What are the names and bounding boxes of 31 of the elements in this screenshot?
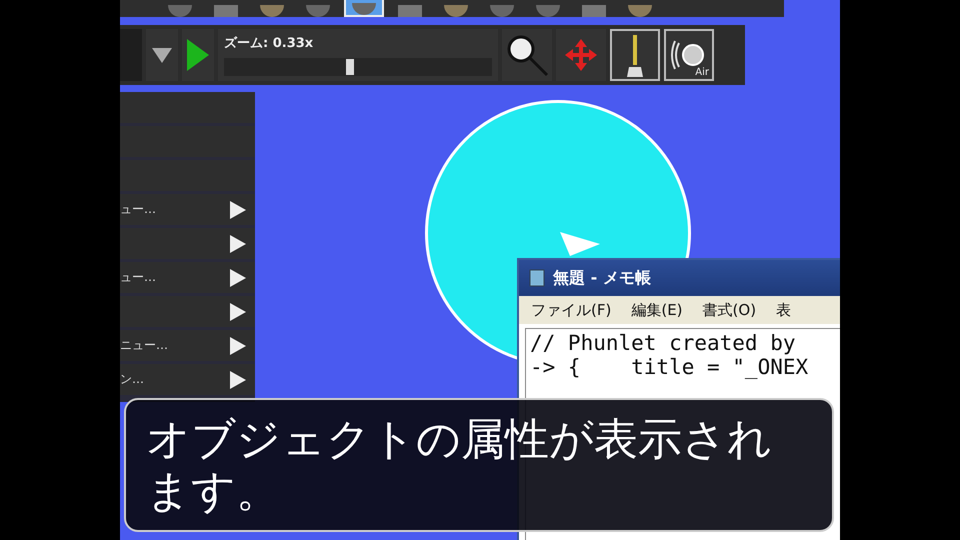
menu-item[interactable]: ュー… [120,194,255,225]
wedge-mark [560,232,600,256]
notepad-icon [529,269,545,287]
menu-item[interactable]: ファイル(F) [531,300,612,320]
triangle-icon [229,370,247,390]
lamp-icon [625,33,645,77]
menu-item[interactable]: ン… [120,364,255,395]
zoom-slider[interactable] [224,58,492,76]
menu-item[interactable]: 書式(O) [702,300,756,320]
triangle-icon [229,336,247,356]
lamp-button[interactable] [610,29,660,81]
menu-item[interactable]: ニュー… [120,330,255,361]
triangle-icon [229,302,247,322]
code-line: -> { title = "_ONEX [530,355,810,379]
play-icon[interactable] [182,29,214,81]
menu-item[interactable]: 編集(E) [631,300,683,320]
search-icon[interactable] [502,29,552,81]
air-button[interactable]: Air [664,29,714,81]
dropdown-icon[interactable] [146,29,178,81]
triangle-icon [229,200,247,220]
menu-item[interactable]: ュー… [120,262,255,293]
menu-item[interactable]: 表 [776,300,792,320]
triangle-icon [229,234,247,254]
code-line: // Phunlet created by [530,331,797,355]
zoom-label: ズーム: 0.33x [224,35,314,52]
window-title: 無題 - メモ帳 [553,268,651,288]
menu-item[interactable] [120,296,255,327]
triangle-icon [229,268,247,288]
subtitle-caption: オブジェクトの属性が表示されます。 [124,398,834,532]
menu-item[interactable] [120,228,255,259]
tool-icon[interactable] [344,0,384,17]
